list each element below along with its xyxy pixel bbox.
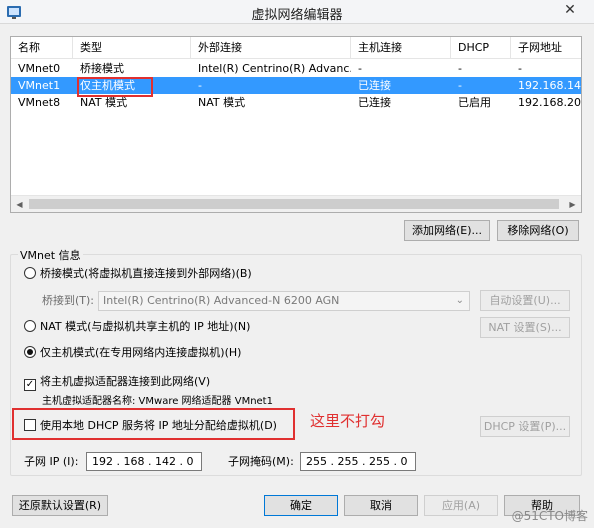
bridged-to-label: 桥接到(T):	[42, 294, 95, 307]
cell-external: Intel(R) Centrino(R) Advanc...	[198, 62, 351, 75]
column-header-subnet[interactable]: 子网地址	[511, 37, 581, 59]
subnet-mask-input[interactable]: 255 . 255 . 255 . 0	[300, 452, 416, 471]
watermark: @51CTO博客	[511, 509, 588, 523]
nat-mode-radio[interactable]: NAT 模式(与虚拟机共享主机的 IP 地址)(N)	[24, 319, 250, 335]
cell-dhcp: -	[458, 79, 462, 92]
apply-button[interactable]: 应用(A)	[424, 495, 498, 516]
subnet-mask-label: 子网掩码(M):	[228, 455, 294, 468]
add-network-button[interactable]: 添加网络(E)...	[404, 220, 490, 241]
radio-icon[interactable]	[24, 267, 36, 279]
radio-icon[interactable]	[24, 320, 36, 332]
cell-subnet: 192.168.202	[518, 96, 582, 109]
window-title: 虚拟网络编辑器	[251, 8, 343, 23]
dhcp-settings-button[interactable]: DHCP 设置(P)...	[480, 416, 570, 437]
bridged-mode-radio[interactable]: 桥接模式(将虚拟机直接连接到外部网络)(B)	[24, 266, 252, 282]
hostonly-mode-radio[interactable]: 仅主机模式(在专用网络内连接虚拟机)(H)	[24, 345, 241, 361]
cell-type: 桥接模式	[80, 62, 124, 75]
cell-name: VMnet0	[18, 62, 61, 75]
cell-dhcp: 已启用	[458, 96, 491, 109]
chevron-down-icon: ⌄	[455, 295, 464, 306]
nat-mode-label: NAT 模式(与虚拟机共享主机的 IP 地址)(N)	[40, 320, 251, 333]
annotation-text: 这里不打勾	[310, 412, 386, 430]
ok-button[interactable]: 确定	[264, 495, 338, 516]
network-table[interactable]: 名称 类型 外部连接 主机连接 DHCP 子网地址 VMnet0 桥接模式 In…	[10, 36, 582, 213]
cell-external: NAT 模式	[198, 96, 246, 109]
hostonly-mode-label: 仅主机模式(在专用网络内连接虚拟机)(H)	[40, 346, 242, 359]
bridged-to-select[interactable]: Intel(R) Centrino(R) Advanced-N 6200 AGN…	[98, 291, 470, 311]
cell-host: 已连接	[358, 96, 391, 109]
radio-checked-icon[interactable]	[24, 346, 36, 358]
connect-adapter-label: 将主机虚拟适配器连接到此网络(V)	[40, 375, 211, 388]
cell-name: VMnet1	[18, 79, 61, 92]
horizontal-scrollbar[interactable]: ◀ ▶	[11, 195, 581, 212]
bridged-mode-label: 桥接模式(将虚拟机直接连接到外部网络)(B)	[40, 267, 252, 280]
auto-settings-button[interactable]: 自动设置(U)...	[480, 290, 570, 311]
column-header-dhcp[interactable]: DHCP	[451, 37, 511, 59]
column-header-name[interactable]: 名称	[11, 37, 73, 59]
highlight-box-dhcp	[12, 408, 295, 440]
cell-subnet: 192.168.142	[518, 79, 582, 92]
cell-host: 已连接	[358, 79, 391, 92]
vmnet-info-group	[10, 254, 582, 476]
vmnet-info-legend: VMnet 信息	[18, 247, 83, 263]
column-header-type[interactable]: 类型	[73, 37, 191, 59]
subnet-ip-input[interactable]: 192 . 168 . 142 . 0	[86, 452, 202, 471]
cell-subnet: -	[518, 62, 522, 75]
checkmark-icon[interactable]: ✓	[24, 379, 36, 391]
cell-external: -	[198, 79, 202, 92]
subnet-ip-label: 子网 IP (I):	[24, 455, 79, 468]
remove-network-button[interactable]: 移除网络(O)	[497, 220, 579, 241]
column-header-external[interactable]: 外部连接	[191, 37, 351, 59]
highlight-box-hostonly	[77, 77, 153, 97]
connect-adapter-checkbox[interactable]: ✓ 将主机虚拟适配器连接到此网络(V)	[24, 374, 211, 391]
cell-host: -	[358, 62, 362, 75]
bridged-to-value: Intel(R) Centrino(R) Advanced-N 6200 AGN	[103, 294, 340, 307]
restore-defaults-button[interactable]: 还原默认设置(R)	[12, 495, 108, 516]
table-header: 名称 类型 外部连接 主机连接 DHCP 子网地址	[11, 37, 581, 59]
title-bar: 虚拟网络编辑器 ✕	[0, 0, 594, 24]
scroll-right-arrow-icon[interactable]: ▶	[564, 196, 581, 212]
cell-dhcp: -	[458, 62, 462, 75]
table-row[interactable]: VMnet0 桥接模式 Intel(R) Centrino(R) Advanc.…	[11, 60, 581, 77]
scrollbar-thumb[interactable]	[29, 199, 559, 209]
nat-settings-button[interactable]: NAT 设置(S)...	[480, 317, 570, 338]
scroll-left-arrow-icon[interactable]: ◀	[11, 196, 28, 212]
cancel-button[interactable]: 取消	[344, 495, 418, 516]
column-header-host[interactable]: 主机连接	[351, 37, 451, 59]
close-button[interactable]: ✕	[550, 0, 590, 20]
cell-name: VMnet8	[18, 96, 61, 109]
